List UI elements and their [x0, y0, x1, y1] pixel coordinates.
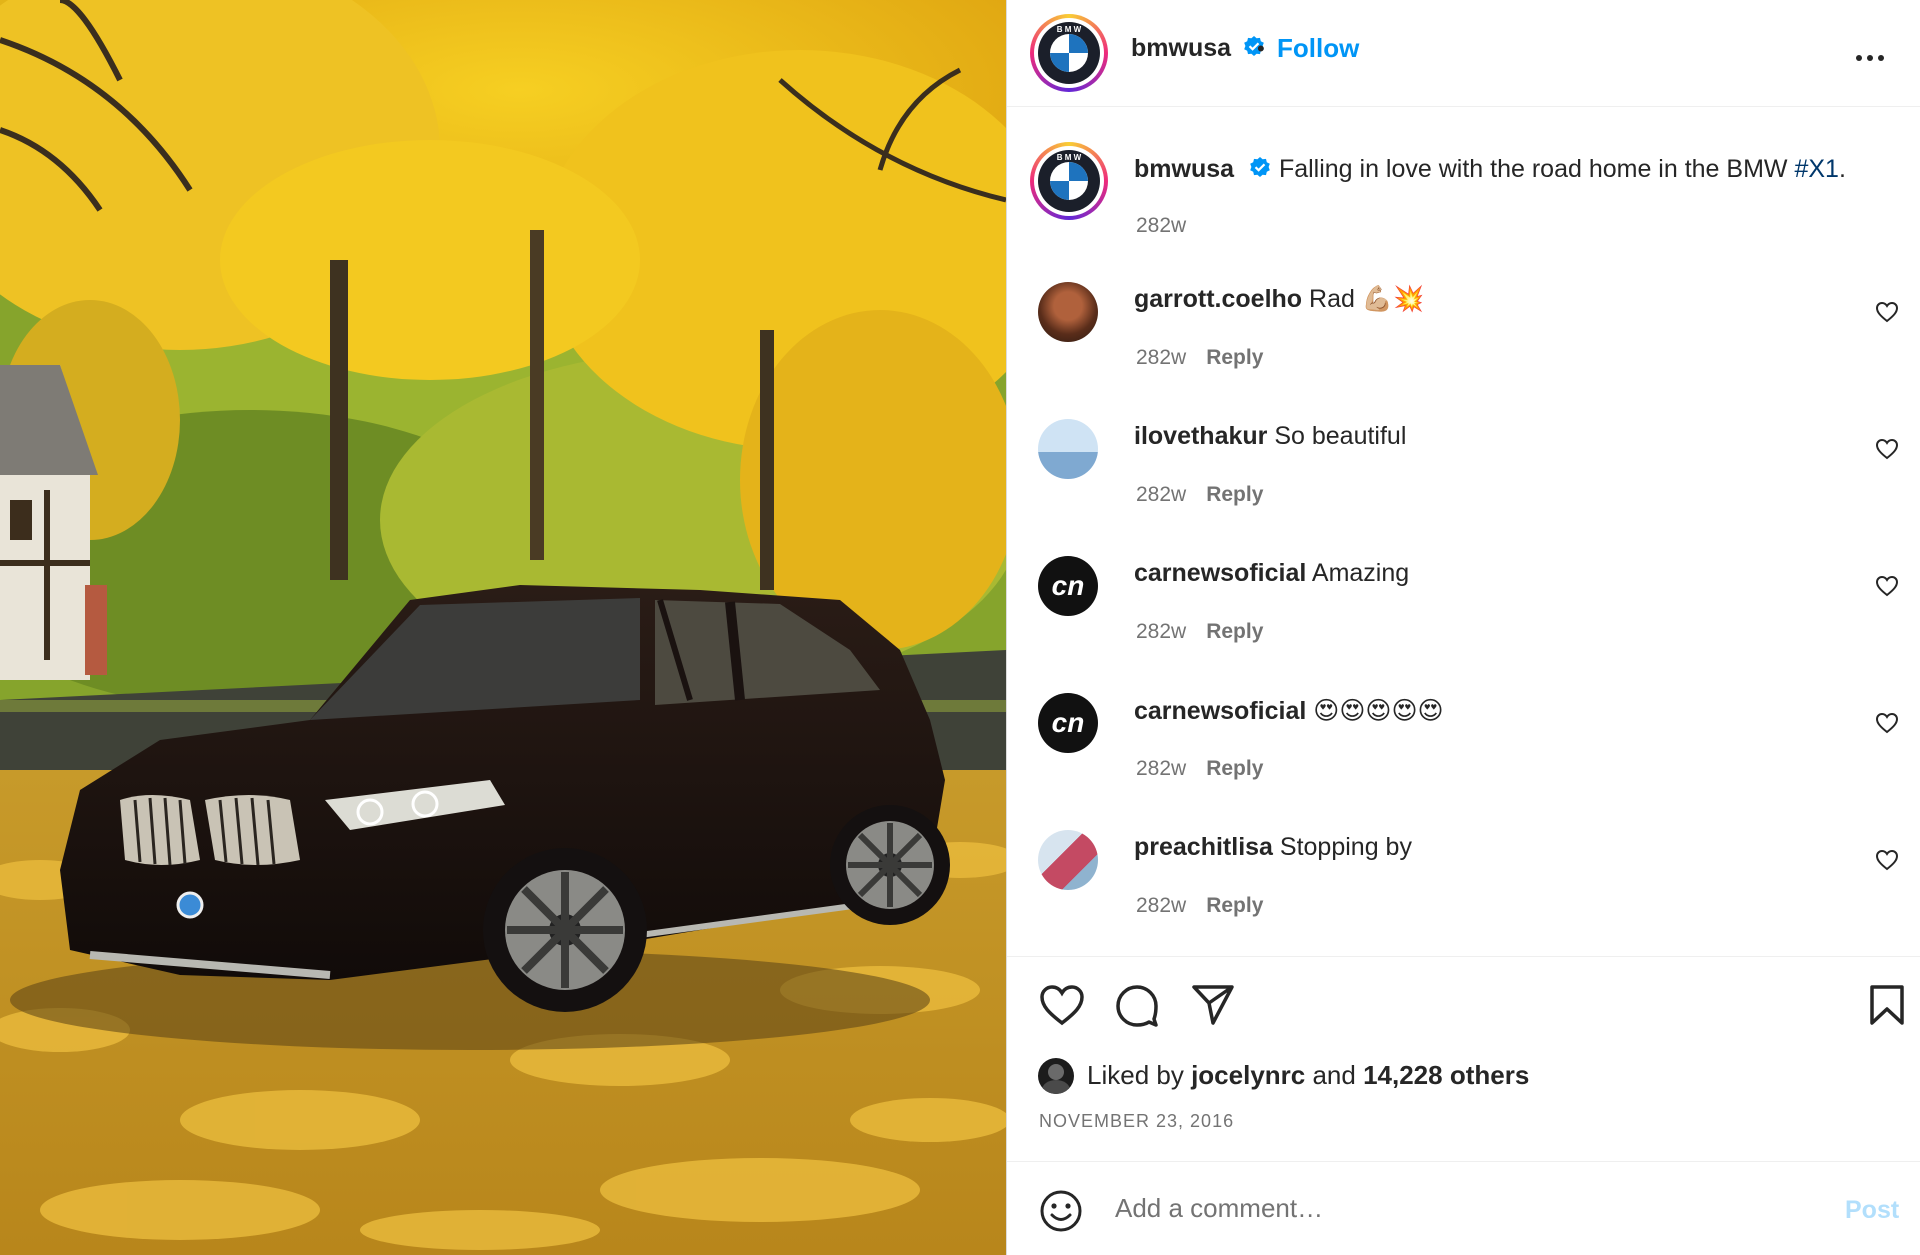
comment-heart-icon[interactable] — [1875, 712, 1899, 734]
comment-username[interactable]: carnewsoficial — [1134, 697, 1306, 725]
comment-text: garrott.coelho Rad 💪🏼💥 — [1134, 285, 1424, 314]
header-username-block: bmwusa — [1131, 34, 1266, 63]
bmw-x1-autumn-photo — [0, 0, 1006, 1255]
profile-avatar[interactable]: B M W — [1030, 14, 1108, 92]
reply-button[interactable]: Reply — [1206, 757, 1263, 780]
comment-avatar[interactable] — [1038, 830, 1098, 890]
comment-avatar[interactable] — [1038, 282, 1098, 342]
comment-avatar[interactable]: cn — [1038, 556, 1098, 616]
reply-button[interactable]: Reply — [1206, 894, 1263, 917]
more-horizontal-icon[interactable] — [1856, 48, 1889, 66]
comment-time: 282w — [1136, 483, 1187, 506]
post-date[interactable]: NOVEMBER 23, 2016 — [1039, 1111, 1234, 1132]
hashtag-link[interactable]: #X1 — [1794, 155, 1838, 183]
comment-meta: 282w Reply — [1136, 620, 1263, 644]
divider — [1007, 1161, 1920, 1162]
add-comment-input[interactable] — [1113, 1192, 1797, 1225]
comment-body: Stopping by — [1279, 833, 1412, 861]
comment-body: Amazing — [1311, 559, 1410, 587]
comment-heart-icon[interactable] — [1875, 575, 1899, 597]
cn-logo-icon: cn — [1052, 570, 1085, 601]
comment-time: 282w — [1136, 757, 1187, 780]
svg-text:cn: cn — [1052, 570, 1085, 601]
comment-avatar[interactable] — [1038, 419, 1098, 479]
caption-username[interactable]: bmwusa — [1134, 155, 1234, 183]
divider — [1007, 956, 1920, 957]
caption-body: Falling in love with the road home in th… — [1278, 155, 1795, 183]
post-photo[interactable] — [0, 0, 1006, 1255]
bmw-logo-icon: B M W — [1038, 22, 1100, 84]
liker-username[interactable]: jocelynrc — [1191, 1060, 1305, 1090]
svg-text:cn: cn — [1052, 707, 1085, 738]
post-side-panel: B M W bmwusa • Follow B M W bmwusa Falli… — [1006, 0, 1920, 1255]
likes-summary: Liked by jocelynrc and 14,228 others — [1087, 1060, 1529, 1091]
likes-middle: and — [1305, 1060, 1364, 1090]
liker-avatar[interactable] — [1038, 1058, 1074, 1094]
post-button[interactable]: Post — [1845, 1196, 1899, 1225]
reply-button[interactable]: Reply — [1206, 620, 1263, 643]
caption-end: . — [1838, 155, 1846, 183]
comment-time: 282w — [1136, 620, 1187, 643]
comment-time: 282w — [1136, 894, 1187, 917]
comment-username[interactable]: preachitlisa — [1134, 833, 1273, 861]
caption-avatar[interactable]: B M W — [1030, 142, 1108, 220]
comment-meta: 282w Reply — [1136, 757, 1263, 781]
emoji-smiley-icon[interactable] — [1039, 1189, 1083, 1233]
post-header: B M W bmwusa • Follow — [1007, 0, 1920, 107]
comment-text: preachitlisa Stopping by — [1134, 833, 1412, 862]
likes-count[interactable]: 14,228 others — [1363, 1060, 1529, 1090]
bmw-logo-icon: B M W — [1038, 150, 1100, 212]
bookmark-icon[interactable] — [1869, 984, 1905, 1026]
likes-prefix: Liked by — [1087, 1060, 1192, 1090]
verified-badge-icon — [1250, 157, 1270, 177]
caption-time: 282w — [1136, 214, 1187, 237]
svg-text:B M W: B M W — [1057, 153, 1082, 162]
comment-heart-icon[interactable] — [1875, 849, 1899, 871]
comment-body: 😍😍😍😍😍 — [1313, 697, 1444, 725]
comment-body: So beautiful — [1274, 422, 1407, 450]
comment-heart-icon[interactable] — [1875, 301, 1899, 323]
comment-meta: 282w Reply — [1136, 894, 1263, 918]
reply-button[interactable]: Reply — [1206, 346, 1263, 369]
heart-icon[interactable] — [1039, 984, 1085, 1026]
comment-bubble-icon[interactable] — [1115, 984, 1159, 1028]
reply-button[interactable]: Reply — [1206, 483, 1263, 506]
header-separator: • — [1257, 36, 1265, 61]
caption-text: bmwusa Falling in love with the road hom… — [1134, 155, 1846, 184]
svg-text:B M W: B M W — [1057, 25, 1082, 34]
comment-time: 282w — [1136, 346, 1187, 369]
follow-button[interactable]: Follow — [1277, 33, 1359, 64]
comment-avatar[interactable]: cn — [1038, 693, 1098, 753]
comment-meta: 282w Reply — [1136, 483, 1263, 507]
comment-text: carnewsoficial Amazing — [1134, 559, 1409, 588]
comment-username[interactable]: ilovethakur — [1134, 422, 1267, 450]
comment-body: Rad 💪🏼💥 — [1309, 285, 1425, 313]
comment-heart-icon[interactable] — [1875, 438, 1899, 460]
header-username[interactable]: bmwusa — [1131, 34, 1231, 62]
send-icon[interactable] — [1191, 984, 1235, 1026]
comment-text: ilovethakur So beautiful — [1134, 422, 1406, 451]
comment-username[interactable]: carnewsoficial — [1134, 559, 1306, 587]
comment-username[interactable]: garrott.coelho — [1134, 285, 1302, 313]
comment-meta: 282w Reply — [1136, 346, 1263, 370]
comment-text: carnewsoficial 😍😍😍😍😍 — [1134, 696, 1444, 726]
cn-logo-icon: cn — [1052, 707, 1085, 738]
